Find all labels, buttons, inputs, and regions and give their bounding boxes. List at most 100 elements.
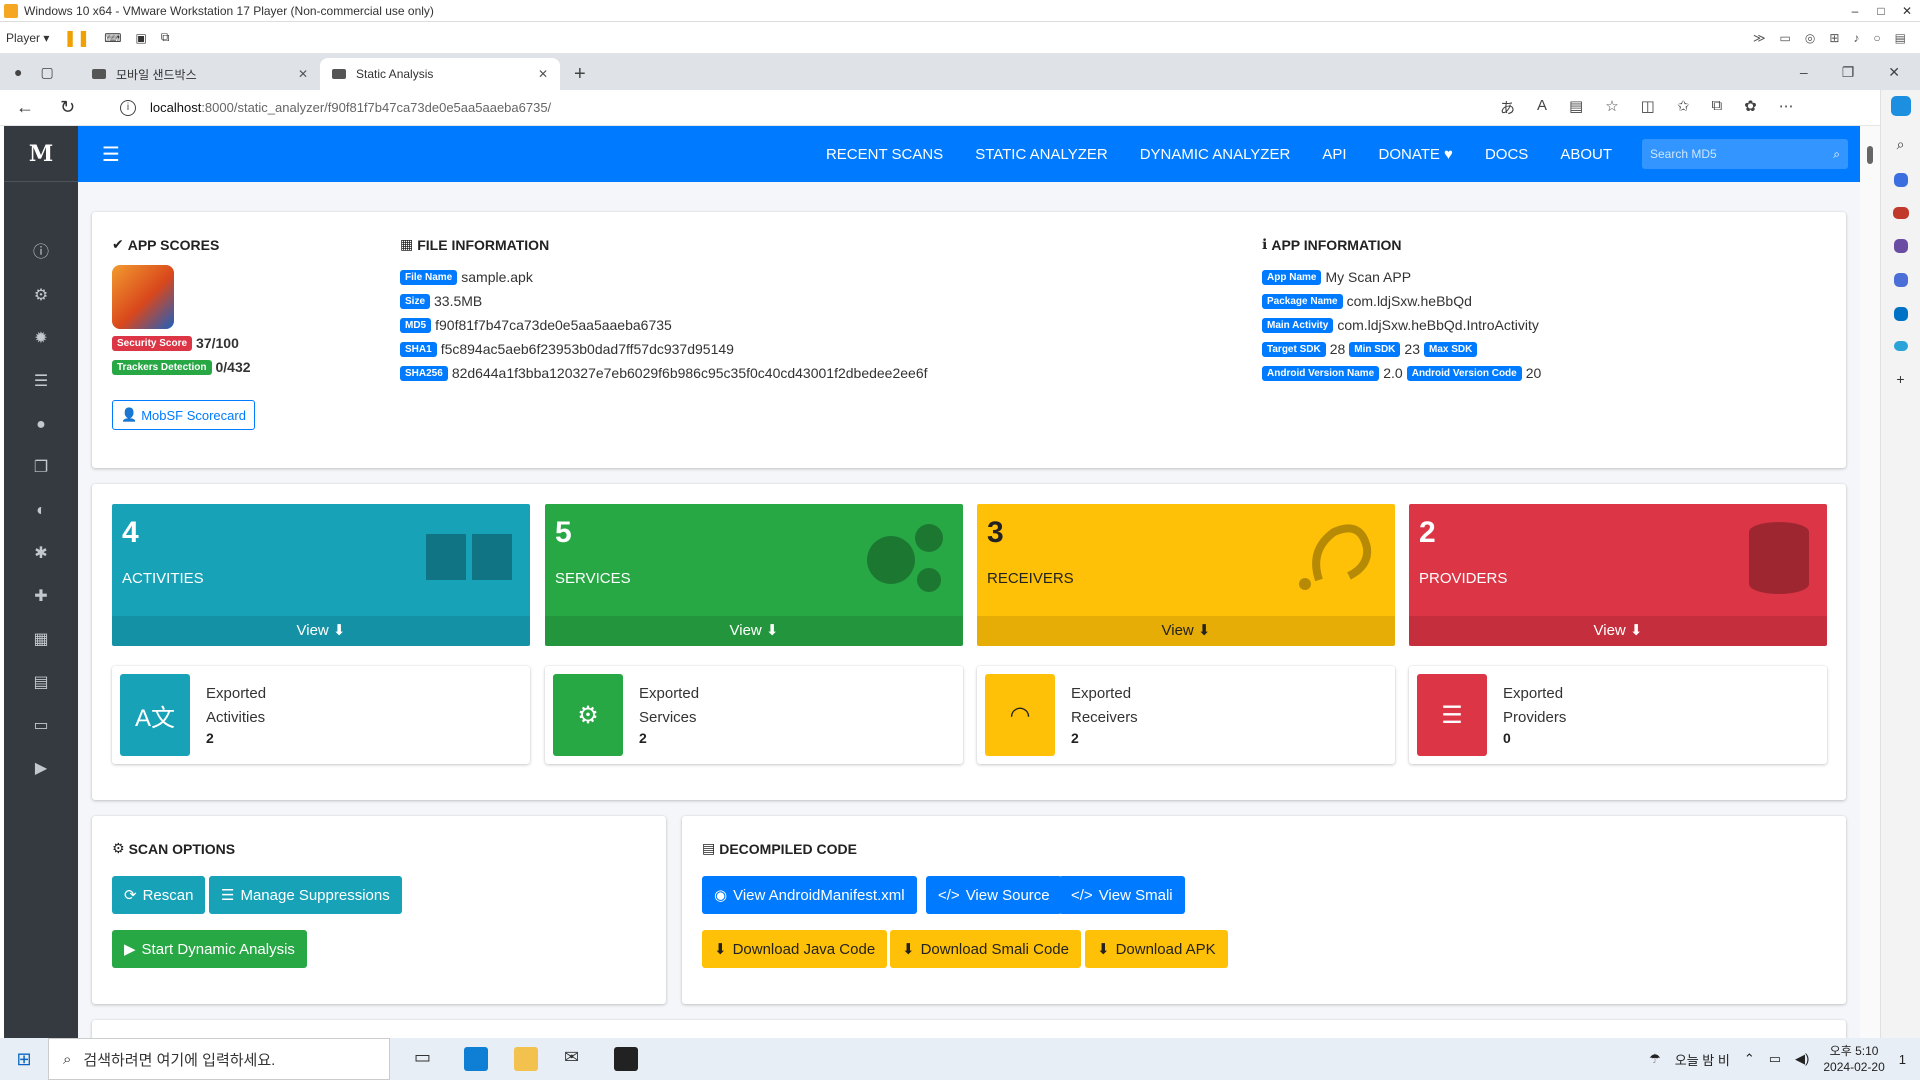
favorites-icon[interactable]: ✩ <box>1677 97 1690 118</box>
rescan-button[interactable]: ⟳ Rescan <box>112 876 206 914</box>
extensions-icon[interactable]: ✿ <box>1744 97 1757 118</box>
view-smali-button[interactable]: </> View Smali <box>1059 876 1185 914</box>
browser-minimize-button[interactable]: – <box>1800 64 1808 80</box>
reader-icon[interactable]: ▤ <box>1569 97 1583 118</box>
network-icon[interactable]: ▭ <box>1769 1051 1781 1067</box>
shield-icon[interactable]: ◐ <box>30 500 52 522</box>
send-ctrl-alt-del-icon[interactable]: ⌨ <box>104 31 121 45</box>
bug-icon[interactable]: ✱ <box>30 543 52 565</box>
cogs-icon[interactable]: ✹ <box>30 328 52 350</box>
hamburger-icon[interactable]: ☰ <box>102 142 120 167</box>
taskbar-search-input[interactable]: ⌕ 검색하려면 여기에 입력하세요. <box>48 1038 390 1080</box>
windows-start-icon[interactable]: ⊞ <box>0 1049 48 1070</box>
shopping-icon[interactable] <box>1893 173 1908 187</box>
edge-icon[interactable] <box>464 1047 488 1071</box>
split-icon[interactable]: ◫ <box>1641 97 1655 118</box>
games-icon[interactable] <box>1893 239 1908 253</box>
translate-icon[interactable]: あ <box>1500 97 1515 118</box>
download-apk-button[interactable]: ⬇ Download APK <box>1085 930 1228 968</box>
more-icon[interactable]: ⋯ <box>1779 97 1794 118</box>
minimize-button[interactable]: – <box>1842 4 1868 18</box>
search-icon[interactable]: ⌕ <box>1833 147 1840 162</box>
view-manifest-button[interactable]: ◉ View AndroidManifest.xml <box>702 876 917 914</box>
receivers-view-button[interactable]: View ⬇ <box>977 616 1395 646</box>
print-icon[interactable]: ▭ <box>30 715 52 737</box>
manage-suppressions-button[interactable]: ☰ Manage Suppressions <box>209 876 402 914</box>
browser-close-button[interactable]: ✕ <box>1888 64 1900 81</box>
mobsf-scorecard-button[interactable]: 👤 MobSF Scorecard <box>112 400 255 430</box>
cog-icon[interactable]: ⚙ <box>30 285 52 307</box>
cd-icon[interactable]: ◎ <box>1805 31 1815 45</box>
sound-icon[interactable]: ♪ <box>1853 31 1859 45</box>
android-icon[interactable]: ● <box>30 414 52 436</box>
play-icon[interactable]: ▶ <box>30 758 52 780</box>
tools-icon[interactable] <box>1892 207 1909 219</box>
maximize-button[interactable]: □ <box>1868 4 1894 18</box>
activities-view-button[interactable]: View ⬇ <box>112 616 530 646</box>
copy-icon[interactable]: ❐ <box>30 457 52 479</box>
browser-restore-button[interactable]: ❐ <box>1842 64 1855 81</box>
chevron-up-icon[interactable]: ⌃ <box>1744 1051 1755 1067</box>
mobsf-brand[interactable]: M <box>4 126 78 182</box>
tab-close-icon[interactable]: ✕ <box>538 67 548 81</box>
start-dynamic-analysis-button[interactable]: ▶ Start Dynamic Analysis <box>112 930 307 968</box>
tab-close-icon[interactable]: ✕ <box>298 67 308 81</box>
unity-icon[interactable]: ⧉ <box>161 30 170 45</box>
search-md5-input[interactable]: Search MD5 ⌕ <box>1642 139 1848 169</box>
view-source-button[interactable]: </> View Source <box>926 876 1062 914</box>
task-view-icon[interactable]: ▭ <box>414 1047 438 1071</box>
forward-icon[interactable]: ≫ <box>1753 31 1766 45</box>
mail-icon[interactable]: ✉ <box>564 1047 588 1071</box>
outlook-icon[interactable] <box>1893 307 1908 321</box>
close-button[interactable]: ✕ <box>1894 4 1920 18</box>
nav-static-analyzer[interactable]: STATIC ANALYZER <box>975 146 1108 163</box>
page-scrollbar[interactable] <box>1860 126 1880 1038</box>
nav-about[interactable]: ABOUT <box>1560 146 1612 163</box>
url-input[interactable]: i localhost:8000/static_analyzer/f90f81f… <box>110 93 1480 122</box>
terminal-icon[interactable] <box>614 1047 638 1071</box>
services-view-button[interactable]: View ⬇ <box>545 616 963 646</box>
network-icon[interactable]: ⊞ <box>1829 31 1839 45</box>
search-icon[interactable]: ⌕ <box>1897 136 1905 153</box>
message-icon[interactable]: ▤ <box>1895 31 1906 45</box>
player-menu[interactable]: Player ▾ <box>6 31 49 45</box>
info-icon[interactable]: ⓘ <box>30 242 52 264</box>
nav-docs[interactable]: DOCS <box>1485 146 1528 163</box>
grid-icon[interactable]: ▦ <box>30 629 52 651</box>
collections-icon[interactable]: ⧉ <box>1711 97 1722 118</box>
profile-icon[interactable]: ● <box>14 64 22 80</box>
notification-icon[interactable]: 1 <box>1899 1052 1906 1067</box>
tab-actions-icon[interactable]: ▢ <box>40 64 53 81</box>
nav-dynamic-analyzer[interactable]: DYNAMIC ANALYZER <box>1140 146 1291 163</box>
tab-mobile-sandbox[interactable]: 모바일 샌드박스 ✕ <box>80 58 320 90</box>
add-icon[interactable]: + <box>1896 371 1904 387</box>
download-java-button[interactable]: ⬇ Download Java Code <box>702 930 888 968</box>
nav-api[interactable]: API <box>1322 146 1346 163</box>
volume-icon[interactable]: ◀) <box>1795 1051 1809 1067</box>
pause-icon[interactable]: ❚❚ <box>63 28 90 48</box>
list-icon[interactable]: ☰ <box>30 371 52 393</box>
hdd-icon[interactable]: ▭ <box>1780 31 1791 45</box>
providers-view-button[interactable]: View ⬇ <box>1409 616 1827 646</box>
weather-text[interactable]: 오늘 밤 비 <box>1675 1050 1730 1069</box>
weather-icon[interactable]: ☂ <box>1649 1051 1661 1067</box>
nav-recent-scans[interactable]: RECENT SCANS <box>826 146 943 163</box>
refresh-icon[interactable]: ↻ <box>60 97 75 118</box>
drop-icon[interactable] <box>1893 341 1908 351</box>
download-smali-button[interactable]: ⬇ Download Smali Code <box>890 930 1081 968</box>
m365-icon[interactable] <box>1893 273 1908 287</box>
plus-icon[interactable]: ✚ <box>30 586 52 608</box>
tab-static-analysis[interactable]: Static Analysis ✕ <box>320 58 560 90</box>
scrollbar-thumb[interactable] <box>1867 146 1873 164</box>
nav-donate[interactable]: DONATE ♥ <box>1379 146 1453 163</box>
site-info-icon[interactable]: i <box>120 99 136 116</box>
read-aloud-icon[interactable]: A <box>1537 97 1547 118</box>
clock[interactable]: 오후 5:10 2024-02-20 <box>1823 1043 1884 1075</box>
favorite-icon[interactable]: ☆ <box>1605 97 1618 118</box>
file-icon[interactable]: ▤ <box>30 672 52 694</box>
copilot-icon[interactable] <box>1890 96 1911 116</box>
back-icon[interactable]: ← <box>16 97 34 118</box>
file-explorer-icon[interactable] <box>514 1047 538 1071</box>
usb-icon[interactable]: ○ <box>1873 31 1880 45</box>
new-tab-button[interactable]: + <box>560 58 600 90</box>
